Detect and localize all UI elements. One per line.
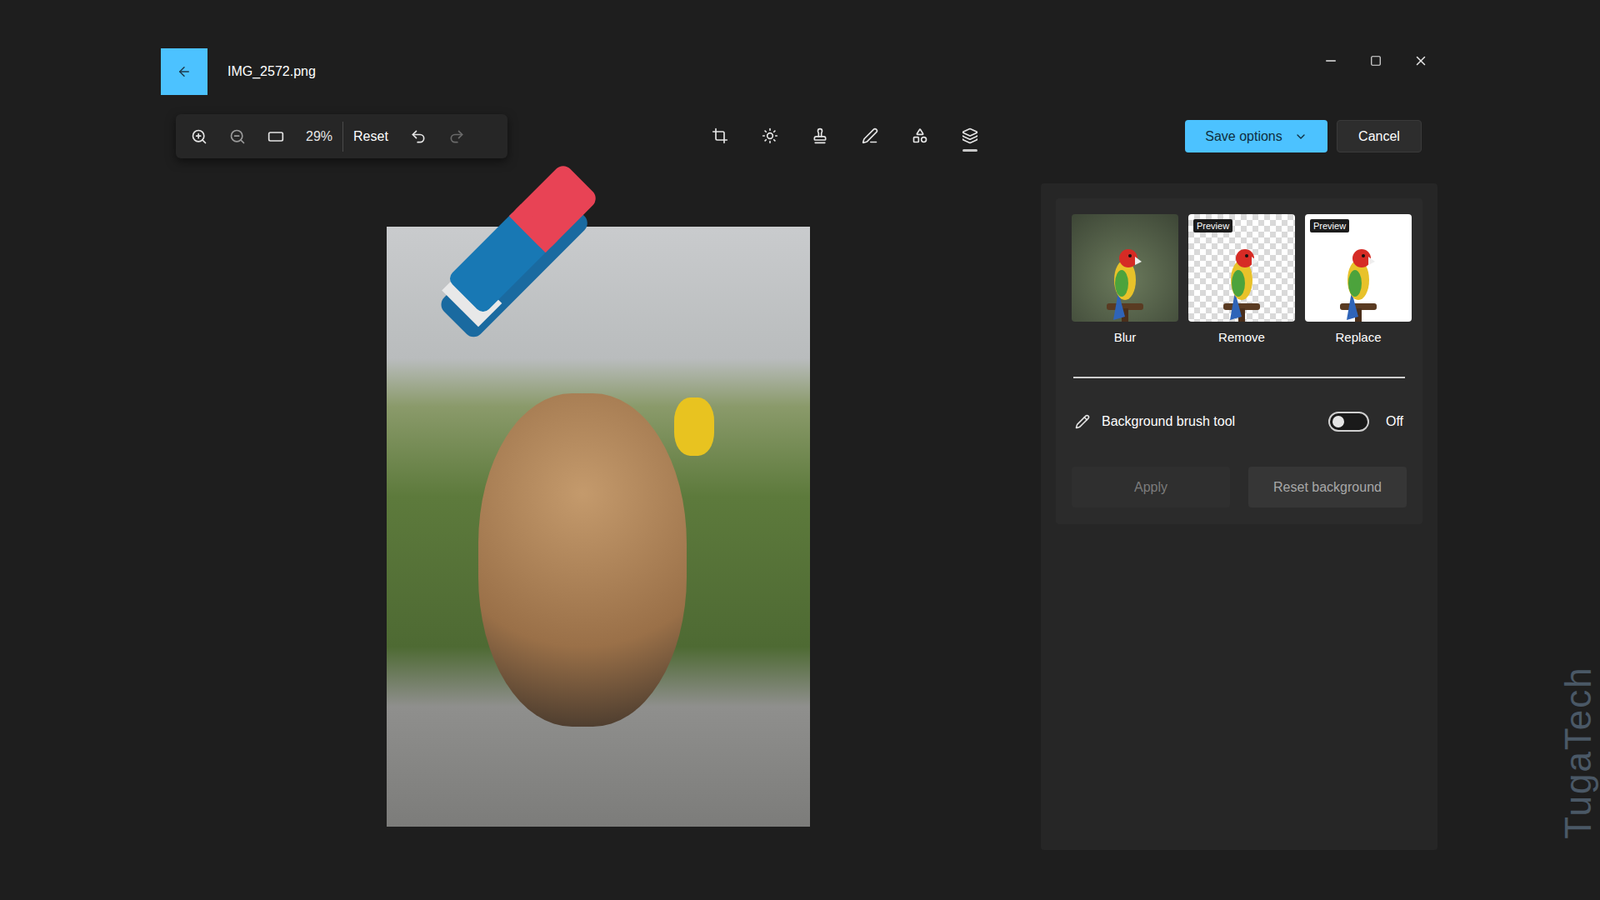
background-options: Blur Preview Remove Preview Replace xyxy=(1071,214,1407,345)
panel-button[interactable]: Apply xyxy=(1071,466,1230,508)
parrot-thumbnail xyxy=(1333,241,1384,322)
workspace: Blur Preview Remove Preview Replace Backgroun… xyxy=(0,183,1600,850)
undo-icon[interactable] xyxy=(410,128,427,145)
tool-selected-indicator xyxy=(962,149,978,152)
parrot-thumbnail xyxy=(1216,241,1267,322)
tool-tab[interactable] xyxy=(710,120,730,152)
option-thumbnail[interactable]: Preview xyxy=(1305,214,1412,322)
tool-tabs xyxy=(710,120,980,152)
background-icon xyxy=(961,127,979,145)
brush-tool-toggle[interactable] xyxy=(1328,411,1370,432)
background-option[interactable]: Preview Remove xyxy=(1188,214,1295,345)
eraser-icon xyxy=(416,146,637,364)
watermark: TugaTech xyxy=(1550,665,1600,840)
brightness-icon xyxy=(761,127,779,145)
option-thumbnail[interactable]: Preview xyxy=(1188,214,1295,322)
window-controls xyxy=(1323,53,1429,69)
effects-icon xyxy=(911,127,929,145)
close-icon[interactable] xyxy=(1413,53,1429,69)
toggle-knob xyxy=(1332,415,1345,428)
toggle-state: Off xyxy=(1385,411,1404,432)
title-bar: IMG_2572.png xyxy=(0,48,1600,95)
toolbar-separator xyxy=(342,121,344,152)
background-option[interactable]: Preview Replace xyxy=(1305,214,1412,345)
minimize-icon[interactable] xyxy=(1323,53,1339,69)
save-options-button[interactable]: Save options xyxy=(1185,120,1328,153)
zoom-level: 29% xyxy=(305,126,333,147)
cancel-button[interactable]: Cancel xyxy=(1336,120,1422,153)
preview-badge: Preview xyxy=(1310,219,1350,233)
back-button[interactable] xyxy=(160,48,208,95)
background-option[interactable]: Blur xyxy=(1071,214,1179,345)
panel-button[interactable]: Reset background xyxy=(1248,466,1407,508)
photos-app-window: IMG_2572.png 29% Reset Save optionsCancel Bl… xyxy=(0,0,1600,900)
preview-badge: Preview xyxy=(1193,219,1233,233)
option-label: Replace xyxy=(1335,330,1381,345)
redo-icon[interactable] xyxy=(448,128,465,145)
background-card: Blur Preview Remove Preview Replace Backgroun… xyxy=(1055,198,1423,525)
option-label: Blur xyxy=(1114,330,1137,345)
crop-icon xyxy=(711,127,729,145)
option-thumbnail[interactable] xyxy=(1071,214,1179,322)
tool-tab[interactable] xyxy=(960,120,980,152)
panel-buttons: Apply Reset background xyxy=(1071,466,1407,508)
divider xyxy=(1073,376,1405,379)
tool-tab[interactable] xyxy=(910,120,930,152)
dog-figure xyxy=(478,393,687,727)
filter-icon xyxy=(811,127,829,145)
file-title: IMG_2572.png xyxy=(227,63,316,80)
edit-toolbar: 29% Reset Save optionsCancel xyxy=(0,114,1600,159)
fit-icon[interactable] xyxy=(267,128,285,145)
zoom-in-icon[interactable] xyxy=(190,128,208,145)
brush-tool-label: Background brush tool xyxy=(1101,411,1235,432)
maximize-icon[interactable] xyxy=(1370,55,1382,67)
zoom-toolbar: 29% Reset xyxy=(175,114,508,159)
tulip-figure xyxy=(674,397,715,456)
tool-tab[interactable] xyxy=(760,120,780,152)
zoom-out-icon[interactable] xyxy=(229,128,246,145)
parrot-thumbnail xyxy=(1100,241,1150,322)
back-arrow-icon xyxy=(176,64,192,80)
option-label: Remove xyxy=(1218,330,1265,345)
tool-tab[interactable] xyxy=(810,120,830,152)
dropdown-chevron-icon xyxy=(1294,130,1308,144)
tool-tab[interactable] xyxy=(860,120,880,152)
background-panel: Blur Preview Remove Preview Replace Backgroun… xyxy=(1040,183,1438,850)
brush-icon xyxy=(1075,414,1090,430)
markup-icon xyxy=(861,127,879,145)
reset-button[interactable]: Reset xyxy=(353,126,389,147)
brush-tool-row: Background brush tool Off xyxy=(1071,411,1407,432)
